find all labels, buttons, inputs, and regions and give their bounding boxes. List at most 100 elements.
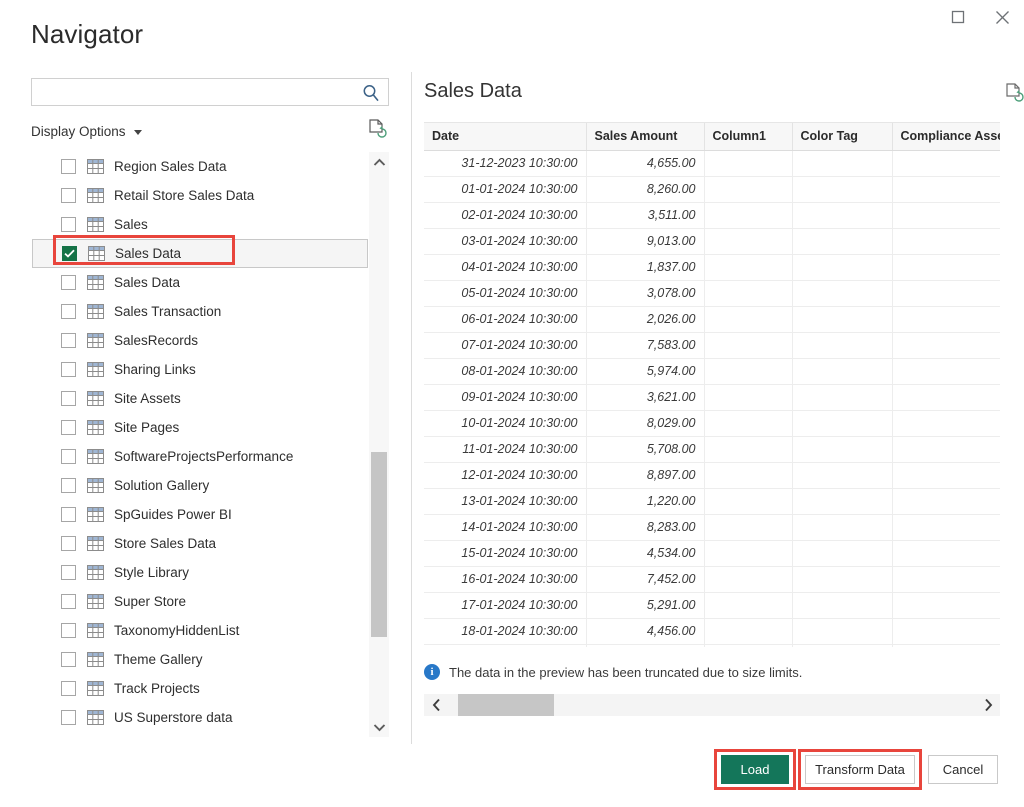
list-item-label: Sales Data (115, 246, 182, 261)
list-item-checkbox[interactable] (61, 362, 76, 377)
scrollbar-thumb[interactable] (371, 452, 387, 637)
list-item[interactable]: SalesRecords (32, 326, 368, 355)
scroll-up-button[interactable] (369, 152, 389, 172)
list-item[interactable]: Style Library (32, 558, 368, 587)
list-item-checkbox[interactable] (61, 710, 76, 725)
table-row[interactable]: 13-01-2024 10:30:00 1,220.00 (424, 488, 1000, 515)
list-item[interactable]: Sharing Links (32, 355, 368, 384)
hscroll-track[interactable] (448, 694, 976, 716)
list-item-checkbox[interactable] (61, 594, 76, 609)
list-item-checkbox[interactable] (61, 681, 76, 696)
list-item-checkbox[interactable] (61, 507, 76, 522)
table-row[interactable]: 17-01-2024 10:30:00 5,291.00 (424, 592, 1000, 619)
list-item-checkbox[interactable] (61, 391, 76, 406)
load-button[interactable]: Load (721, 755, 789, 784)
list-item[interactable]: Super Store (32, 587, 368, 616)
transform-data-button[interactable]: Transform Data (805, 755, 915, 784)
table-row[interactable]: 16-01-2024 10:30:00 7,452.00 (424, 566, 1000, 593)
display-options-dropdown[interactable]: Display Options (31, 124, 142, 139)
list-item-checkbox[interactable] (61, 304, 76, 319)
maximize-icon (951, 10, 965, 24)
table-icon (87, 391, 104, 406)
table-row[interactable]: 14-01-2024 10:30:00 8,283.00 (424, 514, 1000, 541)
refresh-document-icon[interactable] (367, 118, 387, 140)
table-row[interactable]: 09-01-2024 10:30:00 3,621.00 (424, 384, 1000, 411)
list-vertical-scrollbar[interactable] (369, 152, 389, 737)
search-icon[interactable] (361, 83, 381, 103)
scroll-right-button[interactable] (976, 694, 1000, 716)
table-row[interactable]: 08-01-2024 10:30:00 5,974.00 (424, 358, 1000, 385)
cell-column1 (704, 176, 793, 203)
cell-date: 19-01-2024 10:30:00 (424, 644, 587, 647)
refresh-document-icon[interactable] (1004, 82, 1024, 104)
table-row[interactable]: 19-01-2024 10:30:006,542.00 (424, 644, 1000, 647)
list-item[interactable]: SpGuides Power BI (32, 500, 368, 529)
maximize-button[interactable] (936, 2, 980, 32)
list-item[interactable]: Store Sales Data (32, 529, 368, 558)
table-row[interactable]: 03-01-2024 10:30:00 9,013.00 (424, 228, 1000, 255)
list-item-checkbox[interactable] (61, 536, 76, 551)
close-button[interactable] (980, 2, 1024, 32)
truncation-notice: i The data in the preview has been trunc… (424, 661, 1000, 683)
table-icon (87, 362, 104, 377)
table-row[interactable]: 10-01-2024 10:30:00 8,029.00 (424, 410, 1000, 437)
list-item-checkbox[interactable] (61, 565, 76, 580)
preview-grid[interactable]: Date Sales Amount Column1 Color Tag Comp… (424, 122, 1000, 647)
list-item[interactable]: Sales Data (32, 268, 368, 297)
list-item-checkbox[interactable] (61, 623, 76, 638)
list-item-checkbox[interactable] (61, 333, 76, 348)
list-item[interactable]: Site Assets (32, 384, 368, 413)
column-header-date[interactable]: Date (424, 123, 587, 151)
table-row[interactable]: 11-01-2024 10:30:00 5,708.00 (424, 436, 1000, 463)
table-icon (87, 478, 104, 493)
list-item[interactable]: TaxonomyHiddenList (32, 616, 368, 645)
list-item[interactable]: Sales Transaction (32, 297, 368, 326)
table-row[interactable]: 01-01-2024 10:30:00 8,260.00 (424, 176, 1000, 203)
list-item-checkbox[interactable] (61, 652, 76, 667)
scroll-down-button[interactable] (369, 717, 389, 737)
column-header-compliance-asset[interactable]: Compliance Asset (892, 123, 1000, 151)
table-row[interactable]: 05-01-2024 10:30:00 3,078.00 (424, 280, 1000, 307)
preview-horizontal-scrollbar[interactable] (424, 694, 1000, 716)
cancel-button[interactable]: Cancel (928, 755, 998, 784)
list-item[interactable]: Region Sales Data (32, 152, 368, 181)
list-item-checkbox[interactable] (61, 449, 76, 464)
cell-compliance (892, 592, 1000, 619)
list-item-checkbox[interactable] (61, 217, 76, 232)
column-header-sales-amount[interactable]: Sales Amount (586, 123, 705, 151)
table-row[interactable]: 04-01-2024 10:30:00 1,837.00 (424, 254, 1000, 281)
list-item[interactable]: Solution Gallery (32, 471, 368, 500)
hscroll-thumb[interactable] (458, 694, 554, 716)
search-input[interactable] (32, 79, 388, 105)
list-item[interactable]: Site Pages (32, 413, 368, 442)
list-item-checkbox[interactable] (61, 275, 76, 290)
table-row[interactable]: 07-01-2024 10:30:00 7,583.00 (424, 332, 1000, 359)
cell-compliance (892, 436, 1000, 463)
cell-color-tag (792, 514, 893, 541)
cell-amount: 4,655.00 (586, 150, 705, 177)
list-item[interactable]: Sales (32, 210, 368, 239)
search-box[interactable] (31, 78, 389, 106)
column-header-column1[interactable]: Column1 (704, 123, 793, 151)
list-item-selected[interactable]: Sales Data (32, 239, 368, 268)
list-item[interactable]: Theme Gallery (32, 645, 368, 674)
list-item[interactable]: SoftwareProjectsPerformance (32, 442, 368, 471)
cell-date: 02-01-2024 10:30:00 (424, 202, 587, 229)
table-row[interactable]: 12-01-2024 10:30:00 8,897.00 (424, 462, 1000, 489)
list-item-checkbox[interactable] (61, 159, 76, 174)
list-item[interactable]: Track Projects (32, 674, 368, 703)
list-item-checkbox-checked[interactable] (62, 246, 77, 261)
table-row[interactable]: 31-12-2023 10:30:00 4,655.00 (424, 150, 1000, 177)
scroll-left-button[interactable] (424, 694, 448, 716)
table-row[interactable]: 02-01-2024 10:30:00 3,511.00 (424, 202, 1000, 229)
list-item[interactable]: Retail Store Sales Data (32, 181, 368, 210)
list-item-checkbox[interactable] (61, 478, 76, 493)
table-row[interactable]: 18-01-2024 10:30:00 4,456.00 (424, 618, 1000, 645)
list-item-checkbox[interactable] (61, 420, 76, 435)
list-item[interactable]: US Superstore data (32, 703, 368, 732)
column-header-color-tag[interactable]: Color Tag (792, 123, 893, 151)
cell-column1 (704, 540, 793, 567)
list-item-checkbox[interactable] (61, 188, 76, 203)
table-row[interactable]: 06-01-2024 10:30:00 2,026.00 (424, 306, 1000, 333)
table-row[interactable]: 15-01-2024 10:30:00 4,534.00 (424, 540, 1000, 567)
